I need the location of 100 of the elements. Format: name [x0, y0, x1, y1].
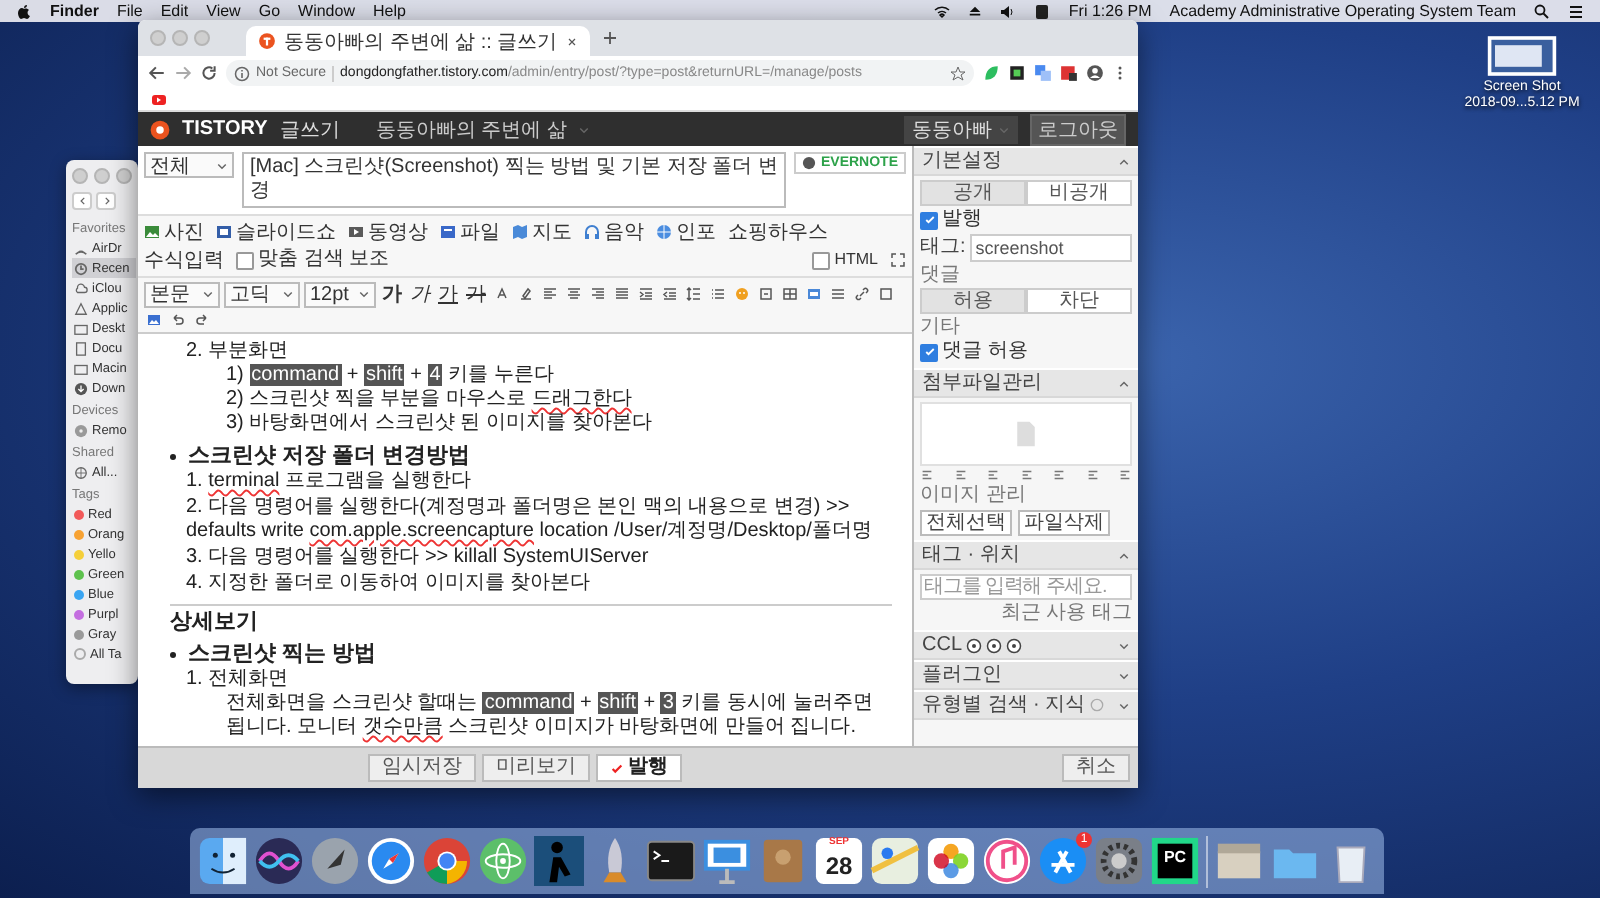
calendar-extension-icon[interactable]	[1060, 64, 1078, 82]
visibility-option[interactable]: 공개	[920, 180, 1026, 206]
format-tool-button[interactable]	[780, 284, 800, 304]
checkbox[interactable]	[920, 211, 938, 229]
checkbox[interactable]	[920, 343, 938, 361]
ide-logo-icon[interactable]: PC	[1150, 836, 1200, 886]
text-style-button[interactable]: 가	[408, 280, 432, 308]
format-tool-button[interactable]	[804, 284, 824, 304]
atom-icon[interactable]	[478, 836, 528, 886]
app-square-icon[interactable]	[1034, 3, 1051, 19]
account-icon[interactable]	[1086, 64, 1104, 82]
browser-tab[interactable]: 동동아빠의 주변에 삶 :: 글쓰기	[246, 26, 590, 56]
attachment-button[interactable]: 파일삭제	[1018, 510, 1110, 536]
comment-option[interactable]: 허용	[920, 288, 1026, 314]
align-tool-icon[interactable]	[986, 468, 1000, 482]
siri-icon[interactable]	[254, 836, 304, 886]
format-tool-button[interactable]	[756, 284, 776, 304]
apple-logo-icon[interactable]	[16, 3, 32, 19]
align-tool-icon[interactable]	[1052, 468, 1066, 482]
extension-icon[interactable]	[1008, 64, 1026, 82]
format-tool-button[interactable]	[192, 310, 212, 330]
recent-tags-link[interactable]: 최근 사용 태그	[920, 602, 1132, 626]
panel-section-title[interactable]: CCL	[922, 633, 963, 657]
insert-tool-button[interactable]: 인포	[656, 218, 716, 246]
visibility-option[interactable]: 비공개	[1026, 180, 1132, 206]
back-icon[interactable]	[148, 64, 166, 82]
align-tool-icon[interactable]	[920, 468, 934, 482]
clock[interactable]: Fri 1:26 PM	[1068, 2, 1152, 20]
expand-icon[interactable]	[890, 252, 906, 268]
insert-tool-button[interactable]: 지도	[512, 218, 572, 246]
format-tool-button[interactable]	[168, 310, 188, 330]
attachment-button[interactable]: 전체선택	[920, 510, 1012, 536]
terminal-icon[interactable]	[646, 836, 696, 886]
reload-icon[interactable]	[200, 64, 218, 82]
insert-tool-button[interactable]: 사진	[144, 218, 204, 246]
leaf-icon[interactable]	[982, 64, 1000, 82]
format-tool-button[interactable]	[636, 284, 656, 304]
format-tool-button[interactable]	[612, 284, 632, 304]
flower-icon[interactable]	[926, 836, 976, 886]
wifi-icon[interactable]	[934, 3, 951, 19]
format-tool-button[interactable]	[588, 284, 608, 304]
menu-item[interactable]: Help	[372, 2, 406, 20]
translate-icon[interactable]	[1034, 64, 1052, 82]
align-tool-icon[interactable]	[1085, 468, 1099, 482]
format-tool-button[interactable]	[492, 284, 512, 304]
eject-icon[interactable]	[968, 4, 983, 18]
format-tool-button[interactable]	[852, 284, 872, 304]
format-tool-button[interactable]	[540, 284, 560, 304]
insert-tool-button[interactable]: 동영상	[348, 218, 428, 246]
video-play-icon[interactable]	[150, 92, 168, 108]
size-select[interactable]: 12pt	[304, 281, 376, 307]
publish-button[interactable]: 발행	[596, 754, 682, 782]
close-icon[interactable]	[565, 35, 578, 47]
music-note-icon[interactable]	[982, 836, 1032, 886]
user-name[interactable]: Academy Administrative Operating System Team	[1169, 2, 1516, 20]
align-tool-icon[interactable]	[953, 468, 967, 482]
menu-item[interactable]: File	[116, 2, 143, 20]
browser-logo-icon[interactable]	[422, 836, 472, 886]
list-icon[interactable]	[1568, 3, 1584, 19]
checkbox[interactable]	[236, 251, 254, 269]
menu-item[interactable]: Window	[298, 2, 355, 20]
text-style-button[interactable]: 가	[380, 280, 404, 308]
presentation-icon[interactable]	[702, 836, 752, 886]
map-icon[interactable]	[870, 836, 920, 886]
format-tool-button[interactable]	[516, 284, 536, 304]
cancel-button[interactable]: 취소	[1062, 754, 1130, 782]
finder-face-icon[interactable]	[198, 836, 248, 886]
insert-tool-button[interactable]: 슬라이드쇼	[216, 218, 336, 246]
align-tool-icon[interactable]	[1118, 468, 1132, 482]
insert-tool-button[interactable]: 수식입력	[144, 246, 224, 274]
tag-field[interactable]: screenshot	[969, 234, 1132, 262]
volume-icon[interactable]	[1000, 3, 1017, 19]
font-select[interactable]: 고딕	[224, 281, 300, 307]
footer-button[interactable]: 미리보기	[482, 754, 590, 782]
text-style-button[interactable]: 가	[464, 280, 488, 308]
search-icon[interactable]	[1534, 3, 1550, 19]
category-select[interactable]: 전체	[144, 152, 234, 178]
comment-option[interactable]: 차단	[1026, 288, 1132, 314]
insert-tool-button[interactable]: 음악	[584, 218, 644, 246]
star-icon[interactable]	[950, 65, 966, 81]
blog-name[interactable]: 동동아빠의 주변에 삶	[375, 115, 567, 143]
logout-button[interactable]: 로그아웃	[1030, 113, 1126, 145]
menu-item[interactable]: Go	[258, 2, 281, 20]
checkbox[interactable]	[812, 251, 831, 269]
insert-tool-button[interactable]: 쇼핑하우스	[728, 218, 828, 246]
format-tool-button[interactable]	[144, 310, 164, 330]
gear-icon[interactable]	[1094, 836, 1144, 886]
forward-icon[interactable]	[174, 64, 192, 82]
reading-figure-icon[interactable]	[534, 836, 584, 886]
forward-button[interactable]	[96, 192, 116, 210]
tag-input-field[interactable]: 태그를 입력해 주세요.	[920, 574, 1132, 600]
new-tab-icon[interactable]	[601, 30, 618, 46]
menu-app-name[interactable]: Finder	[50, 2, 99, 20]
format-tool-button[interactable]	[564, 284, 584, 304]
brand-logo[interactable]: TISTORY	[182, 118, 268, 140]
format-tool-button[interactable]	[684, 284, 704, 304]
format-tool-button[interactable]	[708, 284, 728, 304]
menu-item[interactable]: Edit	[160, 2, 189, 20]
align-tool-icon[interactable]	[1019, 468, 1033, 482]
user-menu[interactable]: 동동아빠	[904, 115, 1018, 143]
